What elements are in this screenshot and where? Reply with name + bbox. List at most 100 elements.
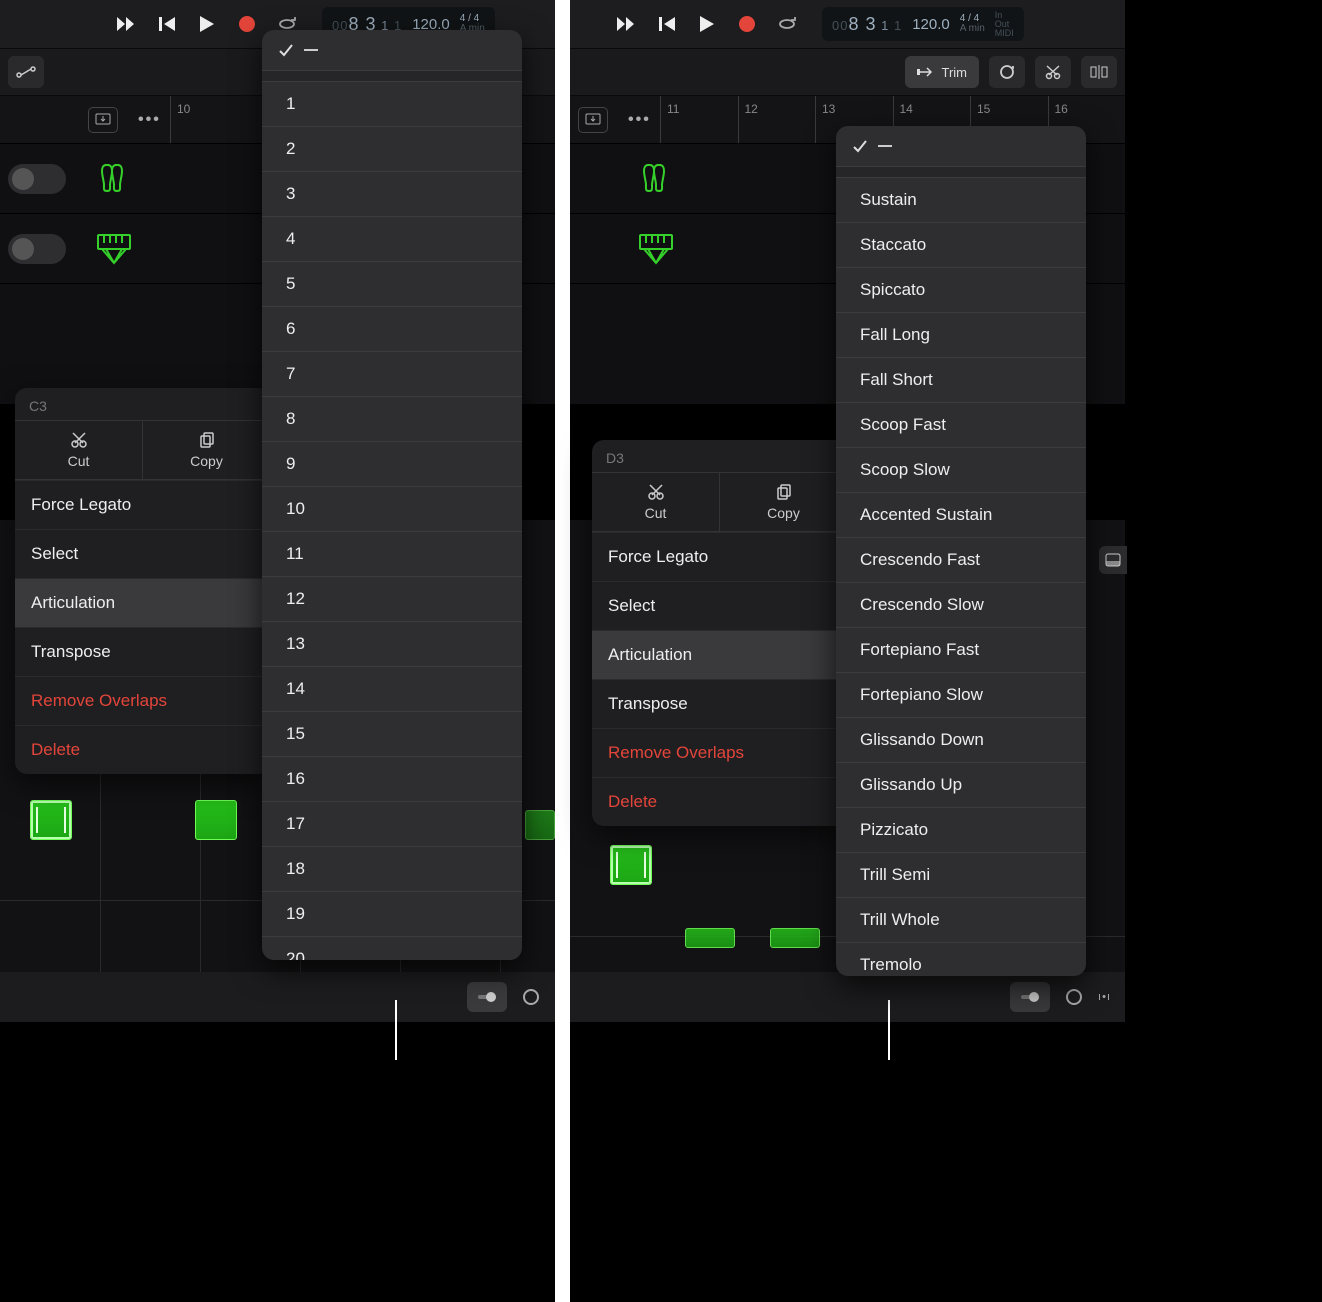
- import-icon[interactable]: [88, 107, 118, 133]
- more-icon[interactable]: •••: [138, 111, 161, 129]
- articulation-option[interactable]: Trill Whole: [836, 897, 1086, 942]
- automation-icon[interactable]: [8, 56, 44, 88]
- articulation-option[interactable]: Accented Sustain: [836, 492, 1086, 537]
- articulation-option[interactable]: 20: [262, 936, 522, 960]
- menu-item-articulation[interactable]: Articulation: [592, 630, 847, 679]
- articulation-option[interactable]: 9: [262, 441, 522, 486]
- fast-forward-icon[interactable]: [616, 13, 638, 35]
- trim-button[interactable]: Trim: [905, 56, 979, 88]
- articulation-option[interactable]: Fortepiano Fast: [836, 627, 1086, 672]
- menu-item-remove-overlaps[interactable]: Remove Overlaps: [592, 728, 847, 777]
- side-panel-toggle[interactable]: [1099, 546, 1127, 574]
- midi-note[interactable]: [30, 800, 72, 840]
- articulation-none[interactable]: [836, 126, 1086, 167]
- midi-note[interactable]: [525, 810, 555, 840]
- strings-icon: [94, 161, 130, 197]
- articulation-option[interactable]: Pizzicato: [836, 807, 1086, 852]
- menu-item-force-legato[interactable]: Force Legato: [592, 532, 847, 581]
- midi-note[interactable]: [685, 928, 735, 948]
- checkmark-icon: [852, 138, 868, 154]
- articulation-option[interactable]: Scoop Fast: [836, 402, 1086, 447]
- footer-controls: ı•ı: [570, 972, 1125, 1022]
- copy-button[interactable]: Copy: [719, 473, 847, 531]
- articulation-option[interactable]: Fortepiano Slow: [836, 672, 1086, 717]
- articulation-option[interactable]: 10: [262, 486, 522, 531]
- articulation-option[interactable]: Scoop Slow: [836, 447, 1086, 492]
- strings-icon: [636, 161, 672, 197]
- copy-button[interactable]: Copy: [142, 421, 270, 479]
- menu-item-transpose[interactable]: Transpose: [15, 627, 270, 676]
- velocity-slider-icon[interactable]: [1010, 982, 1050, 1012]
- articulation-option[interactable]: Fall Long: [836, 312, 1086, 357]
- articulation-option[interactable]: Glissando Down: [836, 717, 1086, 762]
- go-to-start-icon[interactable]: [156, 13, 178, 35]
- play-icon[interactable]: [696, 13, 718, 35]
- articulation-option[interactable]: 3: [262, 171, 522, 216]
- articulation-option[interactable]: 19: [262, 891, 522, 936]
- dash-icon: [878, 145, 892, 147]
- track-toggle[interactable]: [8, 164, 66, 194]
- articulation-option[interactable]: 18: [262, 846, 522, 891]
- record-button[interactable]: [736, 13, 758, 35]
- menu-item-force-legato[interactable]: Force Legato: [15, 480, 270, 529]
- loop-icon[interactable]: [989, 56, 1025, 88]
- menu-item-delete[interactable]: Delete: [592, 777, 847, 826]
- articulation-option[interactable]: 16: [262, 756, 522, 801]
- articulation-option[interactable]: Spiccato: [836, 267, 1086, 312]
- scissors-icon[interactable]: [1035, 56, 1071, 88]
- articulation-option[interactable]: Sustain: [836, 177, 1086, 222]
- midi-note[interactable]: [195, 800, 237, 840]
- articulation-option[interactable]: 1: [262, 81, 522, 126]
- note-pitch-label: D3: [592, 440, 847, 472]
- midi-note[interactable]: [770, 928, 820, 948]
- articulation-option[interactable]: 5: [262, 261, 522, 306]
- loop-icon[interactable]: [521, 987, 541, 1007]
- more-icon[interactable]: •••: [628, 111, 651, 129]
- menu-item-remove-overlaps[interactable]: Remove Overlaps: [15, 676, 270, 725]
- panel-divider: [555, 0, 570, 1302]
- note-pitch-label: C3: [15, 388, 270, 420]
- articulation-option[interactable]: 17: [262, 801, 522, 846]
- track-toggle[interactable]: [8, 234, 66, 264]
- articulation-option[interactable]: 7: [262, 351, 522, 396]
- menu-item-select[interactable]: Select: [592, 581, 847, 630]
- menu-item-select[interactable]: Select: [15, 529, 270, 578]
- cut-button[interactable]: Cut: [15, 421, 142, 479]
- articulation-option[interactable]: 2: [262, 126, 522, 171]
- articulation-option[interactable]: Fall Short: [836, 357, 1086, 402]
- articulation-option[interactable]: 6: [262, 306, 522, 351]
- velocity-slider-icon[interactable]: [467, 982, 507, 1012]
- editor-toolbar: Trim: [570, 48, 1125, 96]
- articulation-option[interactable]: 12: [262, 576, 522, 621]
- articulation-option[interactable]: 15: [262, 711, 522, 756]
- dash-icon: [304, 49, 318, 51]
- menu-item-transpose[interactable]: Transpose: [592, 679, 847, 728]
- note-context-menu: C3 Cut Copy Force Legato Select Articula…: [15, 388, 270, 774]
- articulation-option[interactable]: Crescendo Fast: [836, 537, 1086, 582]
- articulation-option[interactable]: Tremolo: [836, 942, 1086, 976]
- menu-item-delete[interactable]: Delete: [15, 725, 270, 774]
- articulation-dropdown: 1 2 3 4 5 6 7 8 9 10 11 12 13 14 15 16 1…: [262, 30, 522, 960]
- articulation-option[interactable]: 4: [262, 216, 522, 261]
- play-icon[interactable]: [196, 13, 218, 35]
- articulation-option[interactable]: Staccato: [836, 222, 1086, 267]
- articulation-none[interactable]: [262, 30, 522, 71]
- import-icon[interactable]: [578, 107, 608, 133]
- split-icon[interactable]: [1081, 56, 1117, 88]
- midi-note[interactable]: [610, 845, 652, 885]
- loop-icon[interactable]: [1064, 987, 1084, 1007]
- cut-button[interactable]: Cut: [592, 473, 719, 531]
- articulation-option[interactable]: Glissando Up: [836, 762, 1086, 807]
- articulation-option[interactable]: 13: [262, 621, 522, 666]
- articulation-option[interactable]: 14: [262, 666, 522, 711]
- menu-item-articulation[interactable]: Articulation: [15, 578, 270, 627]
- record-button[interactable]: [236, 13, 258, 35]
- articulation-option[interactable]: Crescendo Slow: [836, 582, 1086, 627]
- articulation-option[interactable]: 8: [262, 396, 522, 441]
- fast-forward-icon[interactable]: [116, 13, 138, 35]
- articulation-option[interactable]: 11: [262, 531, 522, 576]
- articulation-option[interactable]: Trill Semi: [836, 852, 1086, 897]
- go-to-start-icon[interactable]: [656, 13, 678, 35]
- cycle-icon[interactable]: [776, 13, 798, 35]
- midi-out-icon[interactable]: ı•ı: [1098, 991, 1111, 1003]
